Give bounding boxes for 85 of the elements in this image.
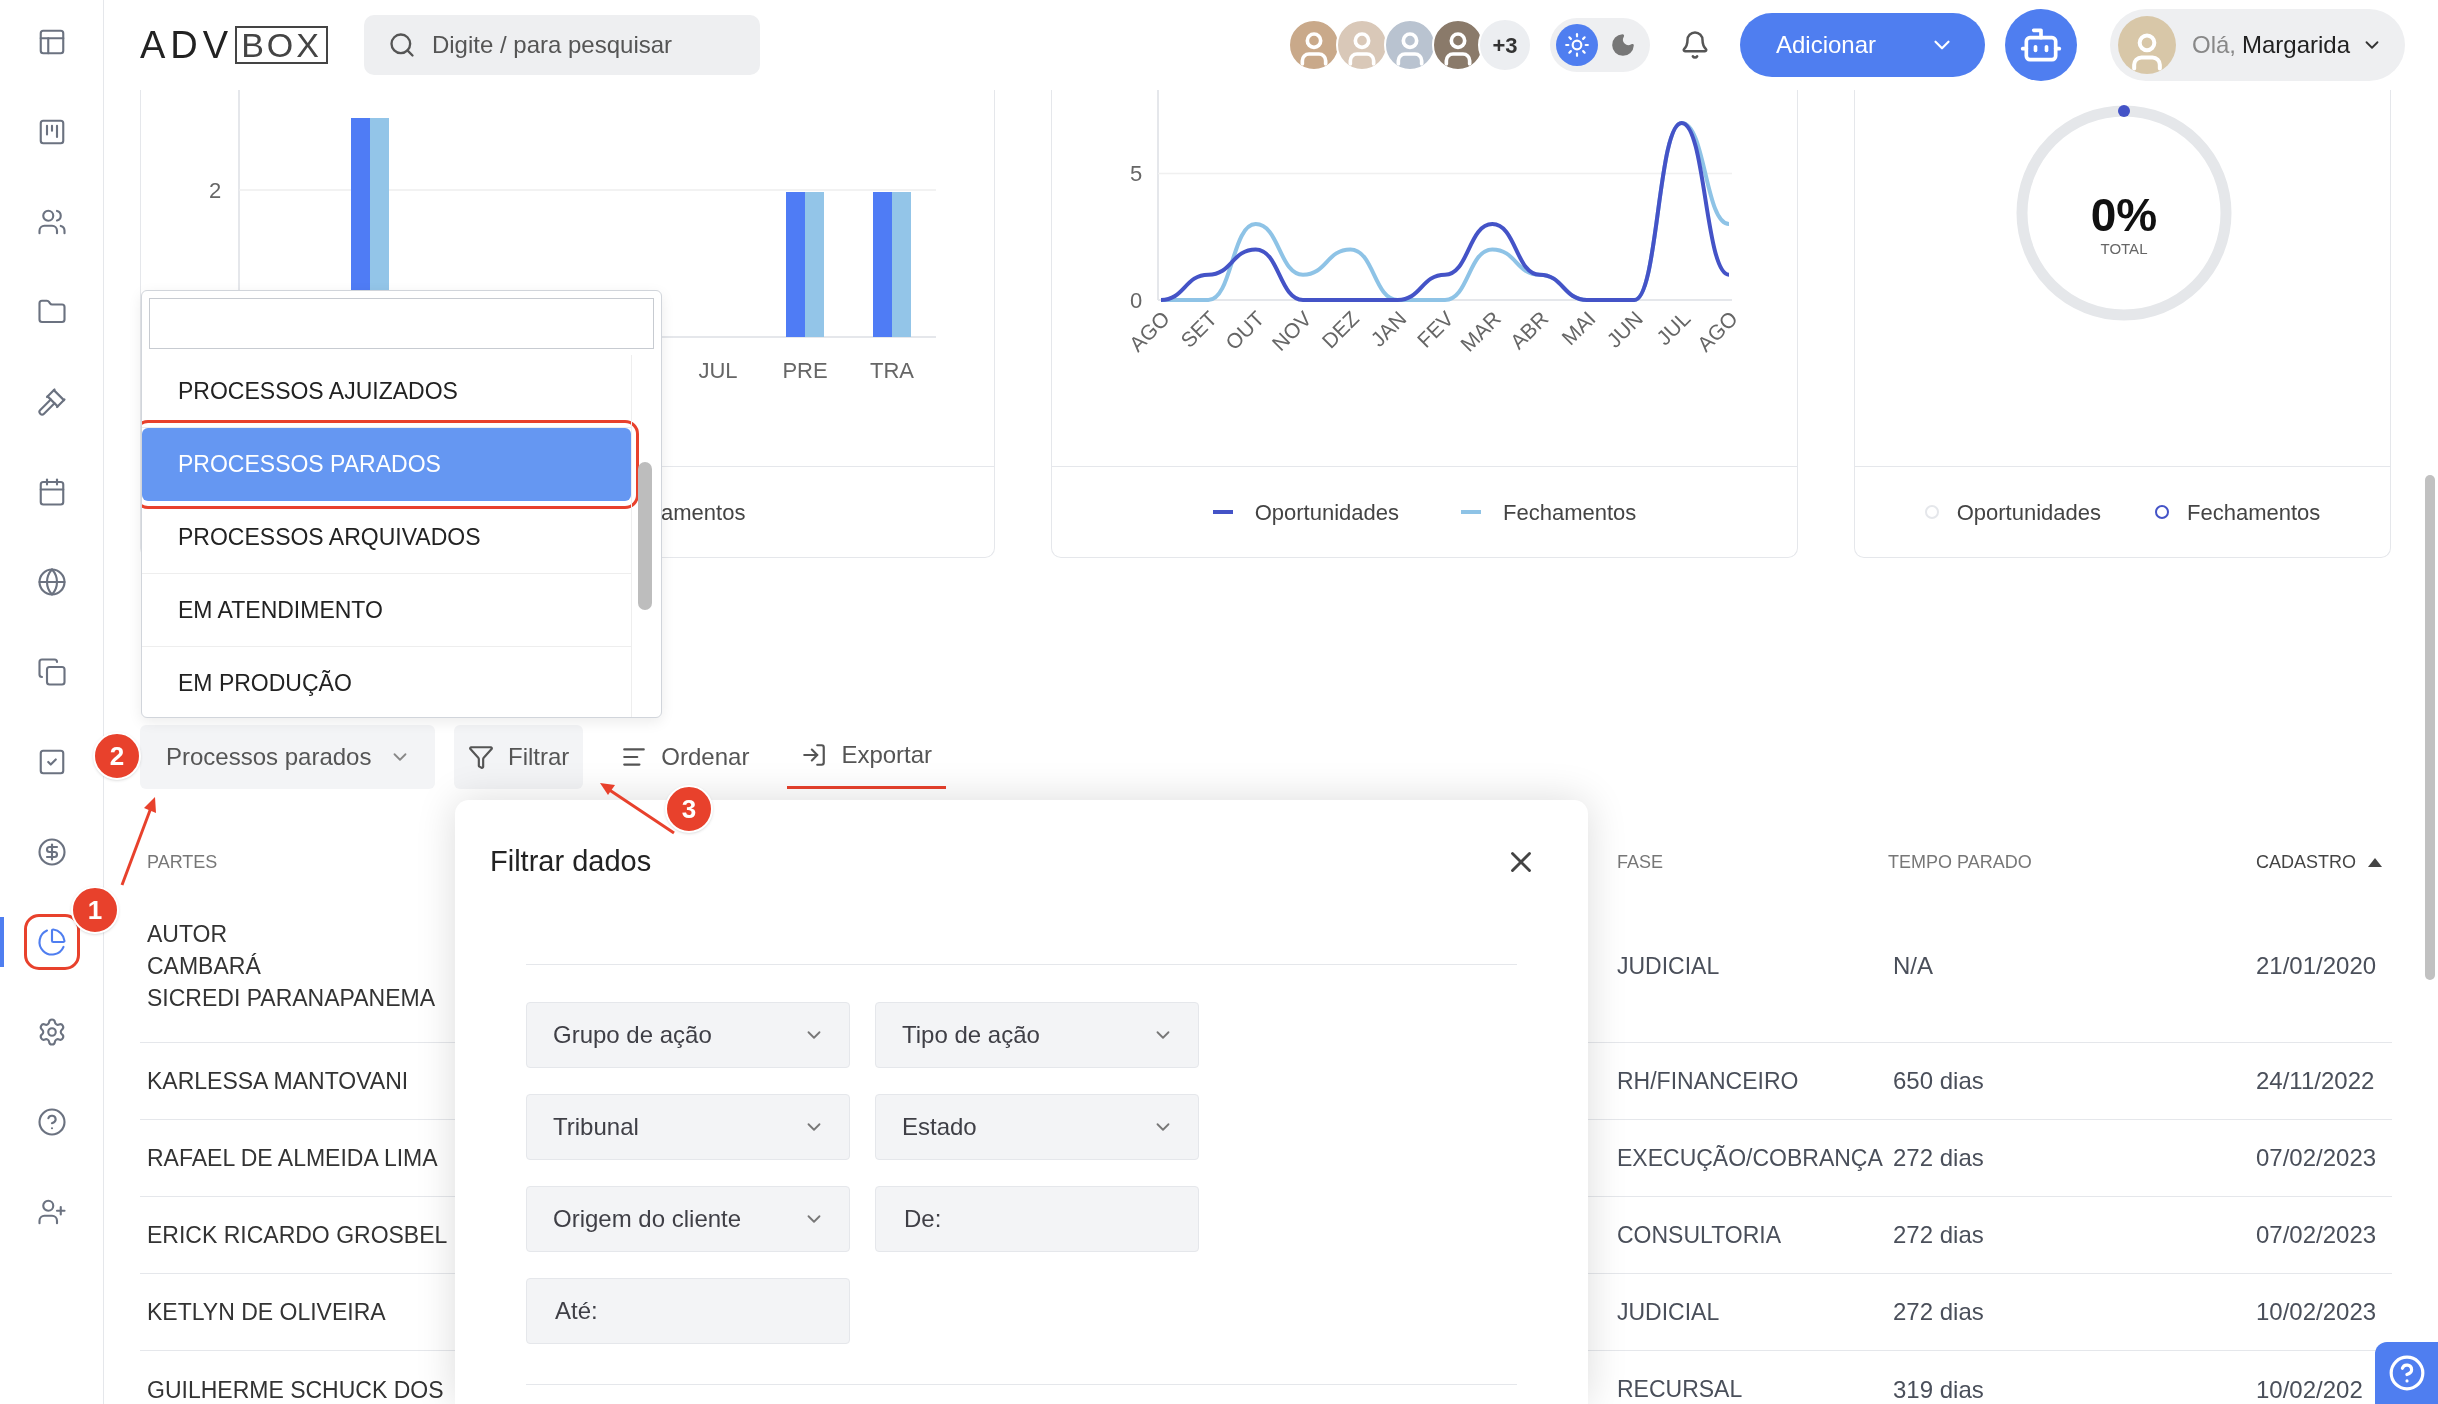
date-field[interactable]: Até: [526, 1277, 850, 1344]
table-cell-text: 272 dias [1892, 1297, 1985, 1327]
axis-label: TRA [870, 358, 914, 383]
export-icon [801, 742, 828, 768]
date-field[interactable]: De: [875, 1185, 1199, 1252]
dropdown-search-field[interactable] [149, 298, 654, 349]
table-cell-text: N/A [1892, 951, 1934, 981]
add-button[interactable]: Adicionar [1740, 13, 1985, 77]
select-field[interactable]: Origem do cliente [526, 1185, 850, 1252]
greeting: Olá, [2192, 30, 2236, 60]
select-field[interactable]: Tipo de ação [875, 1001, 1199, 1068]
annotation-marker: 1 [71, 886, 119, 934]
help-icon [2387, 1354, 2426, 1392]
select-field[interactable]: Tribunal [526, 1093, 850, 1160]
toolbar-button[interactable]: Filtrar [454, 724, 584, 789]
table-cell-text: 650 dias [1892, 1066, 1985, 1096]
table-cell-text: 07/02/2023 [2256, 1220, 2378, 1250]
view-select[interactable]: Processos parados [140, 724, 435, 789]
dropdown-item[interactable]: EM PRODUÇÃO [142, 647, 632, 717]
table-cell: RH/FINANCEIRO [1617, 1067, 1799, 1094]
user-menu[interactable]: Olá, Margarida [2110, 9, 2405, 81]
table-cell: JUDICIAL [1617, 952, 1720, 979]
table-cell: RECURSAL [1617, 1376, 1743, 1403]
party-name: GUILHERME SCHUCK DOS [147, 1375, 444, 1404]
axis-tick-label: 0 [1129, 288, 1143, 313]
search-icon [387, 31, 416, 59]
scrollbar-thumb[interactable] [638, 462, 653, 610]
party-name: RAFAEL DE ALMEIDA LIMA [147, 1144, 438, 1173]
axis-label: PRE [782, 358, 828, 383]
user-name: Margarida [2242, 30, 2351, 60]
select-field[interactable]: Estado [875, 1093, 1199, 1160]
more-avatars-count[interactable]: +3 [1478, 18, 1532, 72]
legend-label: Oportunidades [1956, 498, 2101, 527]
party-name: KARLESSA MANTOVANI [147, 1067, 409, 1096]
table-cell-text: 10/02/2023 [2256, 1297, 2378, 1327]
annotation-marker: 3 [665, 785, 713, 833]
help-button[interactable] [2375, 1342, 2438, 1404]
total-label: TOTAL [2100, 240, 2148, 257]
notifications-icon[interactable] [1680, 30, 1710, 60]
column-header[interactable]: PARTES [147, 849, 218, 876]
table-cell-text: 10/02/202 [2256, 1374, 2364, 1404]
party-name: CAMBARÁ [147, 952, 261, 981]
moon-icon [1610, 32, 1636, 58]
theme-toggle[interactable] [1550, 18, 1650, 72]
legend-label: Fechamentos [1503, 498, 1637, 527]
table-cell: EXECUÇÃO/COBRANÇA [1617, 1144, 1883, 1171]
table-cell-text: 21/01/2020 [2256, 951, 2378, 981]
dialog-title: Filtrar dados [490, 844, 652, 879]
progress-dot [2118, 105, 2130, 117]
search-field[interactable]: Digite / para pesquisar [363, 15, 760, 75]
user-avatar [2118, 16, 2176, 74]
party-name: SICREDI PARANAPANEMA [147, 984, 435, 1013]
annotation-marker: 2 [93, 732, 141, 780]
axis-tick-label: 2 [208, 178, 222, 203]
table-cell-text: 07/02/2023 [2256, 1143, 2378, 1173]
table-cell: CONSULTORIA [1617, 1221, 1781, 1248]
column-header[interactable]: CADASTRO [2256, 849, 2356, 876]
table-cell-text: 272 dias [1892, 1220, 1985, 1250]
total-value: 0% [2090, 189, 2158, 241]
column-header[interactable]: FASE [1617, 849, 1664, 876]
logo-text: ADV [140, 26, 234, 64]
party-name: AUTOR [147, 920, 228, 949]
axis-label: JUL [1651, 306, 1695, 350]
dropdown-item[interactable]: EM ATENDIMENTO [142, 574, 632, 647]
table-cell: JUDICIAL [1617, 1298, 1720, 1325]
legend-label: amentos [661, 498, 746, 527]
party-name: KETLYN DE OLIVEIRA [147, 1298, 386, 1327]
table-cell-text: 319 dias [1892, 1374, 1985, 1404]
legend-label: Fechamentos [2187, 498, 2321, 527]
legend-label: Oportunidades [1254, 498, 1399, 527]
party-name: ERICK RICARDO GROSBEL [147, 1221, 448, 1250]
toolbar-button[interactable]: Exportar [787, 724, 947, 789]
filter-icon [468, 743, 494, 770]
column-header[interactable]: TEMPO PARADO [1888, 849, 2032, 876]
logo-box: BOX [235, 26, 328, 64]
table-cell-text: 272 dias [1892, 1143, 1985, 1173]
scrollbar-thumb[interactable] [2425, 475, 2435, 980]
select-field[interactable]: Grupo de ação [526, 1001, 850, 1068]
sun-icon [1564, 32, 1590, 58]
table-cell-text: 24/11/2022 [2256, 1066, 2376, 1096]
sidebar-item[interactable] [26, 917, 77, 967]
axis-tick-label: 5 [1129, 161, 1143, 187]
dropdown-item[interactable]: PROCESSOS ARQUIVADOS [142, 501, 632, 574]
axis-label: MAI [1557, 306, 1600, 350]
axis-label: JUL [698, 358, 738, 383]
